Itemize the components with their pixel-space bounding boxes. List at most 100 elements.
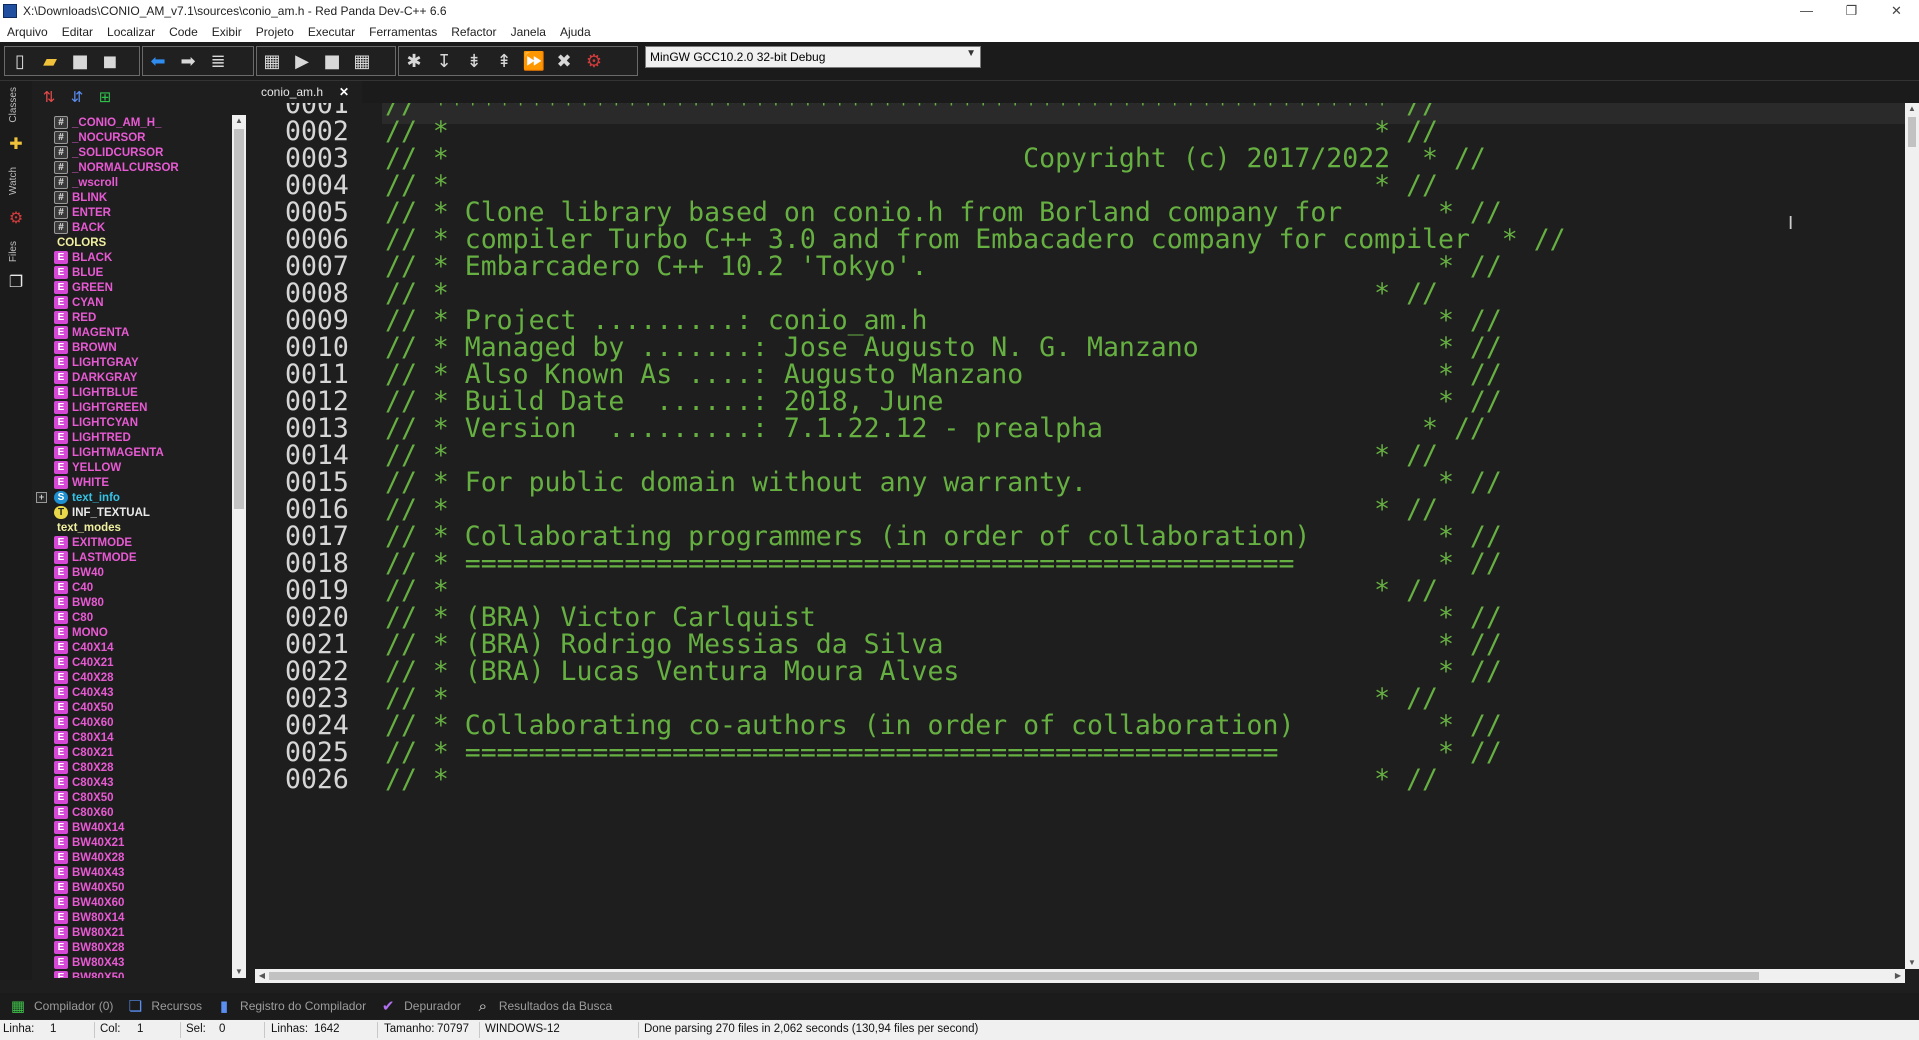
tree-item[interactable]: E RED bbox=[32, 310, 230, 325]
editor-horizontal-scrollbar[interactable]: ◀ ▶ bbox=[255, 969, 1905, 983]
menu-refactor[interactable]: Refactor bbox=[444, 25, 503, 39]
tree-item[interactable]: E BW40 bbox=[32, 565, 230, 580]
tab-watch[interactable]: Watch bbox=[8, 167, 19, 195]
tree-item[interactable]: E BW40X50 bbox=[32, 880, 230, 895]
new-file-icon[interactable]: ▯ bbox=[8, 49, 32, 73]
format-icon[interactable]: ≣ bbox=[206, 49, 230, 73]
close-button[interactable]: ✕ bbox=[1874, 0, 1919, 21]
tree-item[interactable]: E LIGHTCYAN bbox=[32, 415, 230, 430]
tree-item[interactable]: E C40X60 bbox=[32, 715, 230, 730]
open-file-icon[interactable]: ▰ bbox=[38, 49, 62, 73]
tree-item[interactable]: E BW80 bbox=[32, 595, 230, 610]
tree-item[interactable]: E MONO bbox=[32, 625, 230, 640]
tab-compilador[interactable]: ▦ Compilador (0) bbox=[8, 996, 113, 1016]
tree-item[interactable]: E LIGHTBLUE bbox=[32, 385, 230, 400]
menu-exibir[interactable]: Exibir bbox=[205, 25, 249, 39]
tree-item[interactable]: E LIGHTRED bbox=[32, 430, 230, 445]
tree-item[interactable]: E BW80X28 bbox=[32, 940, 230, 955]
tree-item[interactable]: E C80X28 bbox=[32, 760, 230, 775]
tree-item[interactable]: # BACK bbox=[32, 220, 230, 235]
tree-item[interactable]: E C80 bbox=[32, 610, 230, 625]
save-all-icon[interactable]: ◼ bbox=[98, 49, 122, 73]
tree-item[interactable]: E C80X21 bbox=[32, 745, 230, 760]
menu-editar[interactable]: Editar bbox=[55, 25, 100, 39]
minimize-button[interactable]: — bbox=[1784, 0, 1829, 21]
tree-item[interactable]: E C40X43 bbox=[32, 685, 230, 700]
tree-item[interactable]: E BW40X21 bbox=[32, 835, 230, 850]
class-tree[interactable]: # _CONIO_AM_H_ # _NOCURSOR # _SOLIDCURSOR # _NO… bbox=[32, 115, 230, 978]
close-icon[interactable]: ✕ bbox=[339, 85, 349, 99]
tree-item[interactable]: E BLUE bbox=[32, 265, 230, 280]
menu-ajuda[interactable]: Ajuda bbox=[553, 25, 598, 39]
watch-icon[interactable]: ⚙ bbox=[6, 207, 26, 227]
tree-item[interactable]: E WHITE bbox=[32, 475, 230, 490]
tree-item[interactable]: T INF_TEXTUAL bbox=[32, 505, 230, 520]
tree-item[interactable]: text_modes bbox=[32, 520, 230, 535]
menu-localizar[interactable]: Localizar bbox=[100, 25, 162, 39]
status-encoding[interactable]: WINDOWS-12 bbox=[485, 1023, 560, 1035]
class-browser-icon[interactable]: ✚ bbox=[6, 133, 26, 153]
scroll-down-icon[interactable]: ▼ bbox=[232, 966, 246, 978]
scroll-left-icon[interactable]: ◀ bbox=[255, 970, 269, 982]
tree-item[interactable]: E BLACK bbox=[32, 250, 230, 265]
run-icon[interactable]: ▶ bbox=[290, 49, 314, 73]
tree-item[interactable]: E LIGHTGRAY bbox=[32, 355, 230, 370]
scroll-right-icon[interactable]: ▶ bbox=[1891, 970, 1905, 982]
menu-code[interactable]: Code bbox=[162, 25, 205, 39]
tree-item[interactable]: E BW80X21 bbox=[32, 925, 230, 940]
tree-item[interactable]: E BROWN bbox=[32, 340, 230, 355]
show-inherited-icon[interactable]: ⊞ bbox=[94, 86, 116, 108]
tree-item[interactable]: E C40X21 bbox=[32, 655, 230, 670]
tree-item[interactable]: + Stext_info bbox=[32, 490, 230, 505]
tree-item[interactable]: E BW80X43 bbox=[32, 955, 230, 970]
tree-item[interactable]: E LIGHTGREEN bbox=[32, 400, 230, 415]
tree-item[interactable]: # _CONIO_AM_H_ bbox=[32, 115, 230, 130]
tree-item[interactable]: E BW40X14 bbox=[32, 820, 230, 835]
tree-item[interactable]: # _NORMALCURSOR bbox=[32, 160, 230, 175]
debug-icon[interactable]: ✱ bbox=[402, 49, 426, 73]
scroll-thumb[interactable] bbox=[1908, 117, 1916, 147]
sort-alpha-icon[interactable]: ⇵ bbox=[66, 86, 88, 108]
tab-registro-do-compilador[interactable]: ▮ Registro do Compilador bbox=[214, 996, 366, 1016]
tree-item[interactable]: E BW40X43 bbox=[32, 865, 230, 880]
menu-executar[interactable]: Executar bbox=[301, 25, 362, 39]
tree-item[interactable]: E C80X60 bbox=[32, 805, 230, 820]
tree-item[interactable]: E BW40X28 bbox=[32, 850, 230, 865]
maximize-button[interactable]: ❐ bbox=[1829, 0, 1874, 21]
tab-files[interactable]: Files bbox=[8, 241, 19, 262]
compile-icon[interactable]: ▦ bbox=[260, 49, 284, 73]
tree-item[interactable]: E BW40X60 bbox=[32, 895, 230, 910]
tree-item[interactable]: E CYAN bbox=[32, 295, 230, 310]
expand-icon[interactable]: + bbox=[36, 492, 47, 503]
tab-conio-am-h[interactable]: conio_am.h ✕ bbox=[255, 81, 362, 103]
tab-recursos[interactable]: ❏ Recursos bbox=[125, 996, 202, 1016]
code-line[interactable]: 0026 // * * // bbox=[255, 763, 1905, 796]
tree-item[interactable]: E C40X28 bbox=[32, 670, 230, 685]
tab-classes[interactable]: Classes bbox=[8, 87, 19, 123]
class-tree-scrollbar[interactable]: ▲ ▼ bbox=[232, 115, 246, 978]
scroll-up-icon[interactable]: ▲ bbox=[1905, 103, 1919, 115]
tab-resultados-da-busca[interactable]: ⌕ Resultados da Busca bbox=[473, 996, 613, 1016]
tree-item[interactable]: E MAGENTA bbox=[32, 325, 230, 340]
files-icon[interactable]: ❐ bbox=[6, 271, 26, 291]
tree-item[interactable]: E C40 bbox=[32, 580, 230, 595]
abort-icon[interactable]: ✖ bbox=[552, 49, 576, 73]
tree-item[interactable]: E C40X50 bbox=[32, 700, 230, 715]
menu-ferramentas[interactable]: Ferramentas bbox=[362, 25, 444, 39]
tree-item[interactable]: # _wscroll bbox=[32, 175, 230, 190]
continue-icon[interactable]: ⏩ bbox=[522, 49, 546, 73]
tree-item[interactable]: E GREEN bbox=[32, 280, 230, 295]
tab-depurador[interactable]: ✔ Depurador bbox=[378, 996, 461, 1016]
step-icon[interactable]: ↧ bbox=[432, 49, 456, 73]
menu-arquivo[interactable]: Arquivo bbox=[0, 25, 55, 39]
forward-icon[interactable]: ➡ bbox=[176, 49, 200, 73]
tree-item[interactable]: E BW80X14 bbox=[32, 910, 230, 925]
step-into-icon[interactable]: ⇟ bbox=[462, 49, 486, 73]
tree-item[interactable]: # _NOCURSOR bbox=[32, 130, 230, 145]
stop-icon[interactable]: ■ bbox=[320, 49, 344, 73]
save-icon[interactable]: ■ bbox=[68, 49, 92, 73]
tool-icon[interactable]: ⚙ bbox=[582, 49, 606, 73]
scroll-down-icon[interactable]: ▼ bbox=[1905, 957, 1919, 969]
tree-item[interactable]: E BW80X50 bbox=[32, 970, 230, 978]
back-icon[interactable]: ⬅ bbox=[146, 49, 170, 73]
